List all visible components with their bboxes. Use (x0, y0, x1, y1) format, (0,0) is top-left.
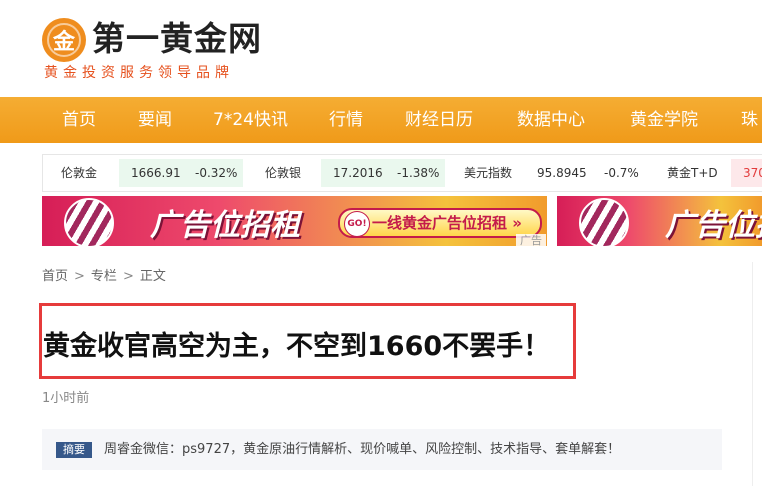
quote-name[interactable]: 伦敦银 (265, 159, 301, 187)
balloon-icon (64, 198, 114, 246)
nav-item-flash[interactable]: 7*24快讯 (213, 97, 288, 143)
article-title: 黄金收官高空为主，不空到1660不罢手！ (43, 331, 551, 362)
site-slogan: 黄金投资服务领导品牌 (44, 65, 234, 81)
quote-change: -0.32% (195, 166, 238, 180)
ad-banner-secondary[interactable]: 广告位招租 (557, 196, 762, 246)
logo-glyph: 金 (52, 30, 75, 55)
nav-item-data-center[interactable]: 数据中心 (517, 97, 585, 143)
breadcrumb-separator: > (122, 269, 134, 284)
site-header: 金 第一黄金网 黄金投资服务领导品牌 (0, 0, 762, 97)
balloon-icon (579, 198, 629, 246)
ad-cta[interactable]: GO! 一线黄金广告位招租 » (338, 208, 542, 238)
nav-item-news[interactable]: 要闻 (138, 97, 172, 143)
quote-price: 95.8945 (537, 166, 587, 180)
nav-item-calendar[interactable]: 财经日历 (405, 97, 473, 143)
nav-item-academy[interactable]: 黄金学院 (630, 97, 698, 143)
breadcrumb-separator: > (74, 269, 85, 284)
nav-item-jewelry[interactable]: 珠 (741, 97, 758, 143)
site-name[interactable]: 第一黄金网 (92, 18, 262, 60)
quote-change: -0.7% (604, 166, 639, 180)
nav-item-market[interactable]: 行情 (329, 97, 363, 143)
breadcrumb-home[interactable]: 首页 (42, 269, 68, 284)
gold-coin-logo-icon[interactable]: 金 (42, 18, 86, 62)
breadcrumb-column[interactable]: 专栏 (91, 269, 117, 284)
sidebar-divider (752, 262, 753, 486)
quote-name[interactable]: 黄金T+D (667, 159, 718, 187)
nav-item-home[interactable]: 首页 (62, 97, 96, 143)
quote-price: 17.2016 (333, 166, 383, 180)
ad-headline: 广告位招租 (665, 208, 762, 243)
quote-change: -1.38% (397, 166, 440, 180)
ad-cta-label: 一线黄金广告位招租 » (372, 214, 522, 232)
article-summary: 摘要 周睿金微信：ps9727，黄金原油行情解析、现价喊单、风险控制、技术指导、… (42, 429, 722, 470)
quote-price: 370 (743, 166, 762, 180)
ad-banner[interactable]: 广告位招租 GO! 一线黄金广告位招租 » (42, 196, 547, 246)
quote-price: 1666.91 (131, 166, 181, 180)
summary-text: 周睿金微信：ps9727，黄金原油行情解析、现价喊单、风险控制、技术指导、套单解… (104, 442, 621, 457)
quote-ticker: 伦敦金 1666.91 -0.32% 伦敦银 17.2016 -1.38% 美元… (42, 154, 762, 192)
article-time: 1小时前 (42, 391, 90, 406)
quote-name[interactable]: 伦敦金 (61, 159, 97, 187)
summary-badge: 摘要 (56, 442, 92, 458)
ad-headline: 广告位招租 (150, 208, 300, 243)
quote-name[interactable]: 美元指数 (464, 159, 512, 187)
breadcrumb-current: 正文 (139, 269, 166, 284)
ad-tag: 广告 (516, 234, 546, 248)
breadcrumb: 首页 > 专栏 > 正文 (42, 268, 166, 286)
go-badge-icon: GO! (344, 211, 370, 237)
main-nav: 首页 要闻 7*24快讯 行情 财经日历 数据中心 黄金学院 珠 (0, 97, 762, 143)
